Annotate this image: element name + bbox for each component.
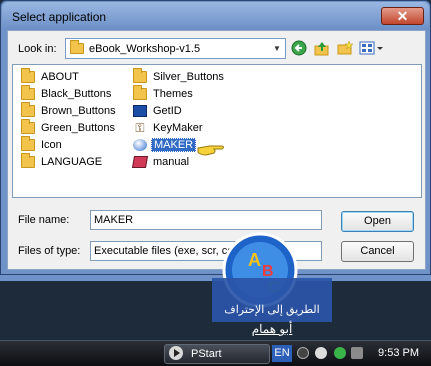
language-indicator[interactable]: EN [272, 345, 292, 362]
messenger-icon[interactable] [334, 347, 346, 359]
list-item-label: MAKER [151, 138, 197, 152]
folder-icon [133, 68, 147, 83]
list-item-label: LANGUAGE [41, 156, 103, 168]
folder-icon [21, 102, 35, 117]
folder-icon [21, 68, 35, 83]
watermark-arabic-line1: الطريق إلى الإحتراف [224, 304, 320, 316]
filename-label: File name: [18, 214, 70, 226]
back-button[interactable] [290, 40, 308, 57]
watermark-arabic-line2: أبو همام [251, 322, 293, 336]
taskbar-button-label: PStart [191, 348, 222, 360]
lookin-label: Look in: [18, 43, 57, 55]
list-item-manual[interactable]: manual [131, 154, 191, 170]
new-folder-button[interactable] [336, 40, 354, 57]
up-folder-button[interactable] [313, 40, 331, 57]
new-folder-icon [337, 40, 354, 55]
list-item-green-buttons[interactable]: Green_Buttons [21, 119, 117, 136]
taskbar-clock: 9:53 PM [378, 347, 419, 359]
list-item-maker[interactable]: MAKER [133, 137, 197, 153]
list-item-label: manual [153, 156, 190, 168]
lookin-value: eBook_Workshop-v1.5 [89, 43, 201, 55]
chevron-down-icon[interactable]: ▼ [269, 39, 285, 58]
play-icon [169, 346, 183, 360]
application-icon [133, 105, 147, 117]
up-folder-icon [314, 42, 329, 56]
folder-icon [21, 119, 35, 134]
cancel-button[interactable]: Cancel [341, 241, 414, 262]
speaker-icon[interactable] [351, 347, 363, 359]
pointing-hand-icon [197, 145, 224, 156]
key-icon: ⚿ [135, 121, 145, 135]
list-item-getid[interactable]: GetID [133, 103, 184, 119]
taskbar: PStart EN 9:53 PM [0, 340, 431, 366]
list-item-keymaker[interactable]: ⚿ KeyMaker [133, 120, 205, 136]
open-button[interactable]: Open [341, 211, 414, 232]
file-list[interactable]: ABOUT Black_Buttons Brown_Buttons Green_… [12, 64, 422, 198]
window-title: Select application [12, 10, 107, 24]
list-item-icon[interactable]: Icon [21, 136, 64, 153]
taskbar-button-pstart[interactable]: PStart [164, 344, 270, 364]
list-item-label: GetID [153, 105, 182, 117]
list-item-label: Silver_Buttons [153, 71, 224, 83]
view-menu-button[interactable] [359, 40, 385, 57]
folder-icon [21, 136, 35, 151]
list-item-about[interactable]: ABOUT [21, 68, 81, 85]
list-item-label: Green_Buttons [41, 122, 115, 134]
folder-icon [21, 153, 35, 168]
tray-media-icon[interactable] [315, 347, 327, 359]
folder-icon [70, 40, 84, 54]
filetype-label: Files of type: [18, 245, 81, 257]
list-item-silver-buttons[interactable]: Silver_Buttons [133, 68, 226, 85]
back-icon [291, 40, 307, 56]
list-item-label: Brown_Buttons [41, 105, 116, 117]
list-item-language[interactable]: LANGUAGE [21, 153, 104, 170]
list-item-label: Themes [153, 88, 193, 100]
title-bar[interactable]: Select application ✕ [2, 2, 429, 30]
svg-text:A: A [248, 250, 261, 270]
folder-icon [21, 85, 35, 100]
close-icon: ✕ [396, 8, 409, 24]
view-menu-icon [359, 41, 383, 55]
list-item-label: ABOUT [41, 71, 79, 83]
list-item-black-buttons[interactable]: Black_Buttons [21, 85, 113, 102]
list-item-themes[interactable]: Themes [133, 85, 195, 102]
tray-back-icon[interactable] [297, 347, 309, 359]
list-item-label: Icon [41, 139, 62, 151]
list-item-label: KeyMaker [153, 122, 203, 134]
book-icon [131, 156, 149, 168]
lookin-dropdown[interactable]: eBook_Workshop-v1.5 ▼ [65, 38, 286, 59]
close-button[interactable]: ✕ [381, 7, 424, 25]
list-item-label: Black_Buttons [41, 88, 112, 100]
list-item-brown-buttons[interactable]: Brown_Buttons [21, 102, 118, 119]
folder-icon [133, 85, 147, 100]
maker-app-icon [133, 139, 147, 151]
